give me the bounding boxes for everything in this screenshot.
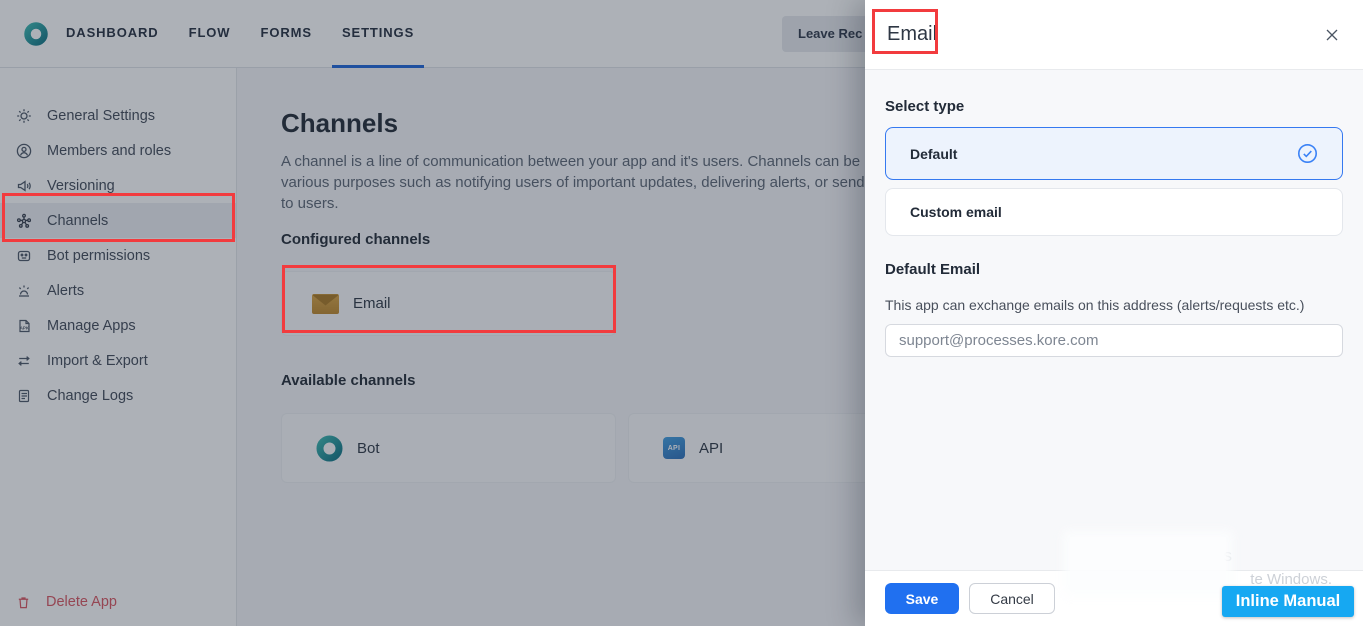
- close-icon[interactable]: [1323, 26, 1341, 44]
- panel-title: Email: [887, 23, 937, 46]
- email-channel-panel: Email Select type Default Custom em: [865, 0, 1363, 626]
- option-custom-email[interactable]: Custom email: [885, 188, 1343, 236]
- blurred-redaction-box: [1070, 537, 1226, 590]
- app-root: DASHBOARD FLOW FORMS SETTINGS Leave Rec …: [0, 0, 1363, 626]
- option-default-label: Default: [910, 146, 957, 162]
- select-type-label: Select type: [885, 98, 1343, 115]
- panel-header: Email: [865, 0, 1363, 70]
- default-email-description: This app can exchange emails on this add…: [885, 297, 1343, 313]
- panel-body: Select type Default Custom email Default…: [865, 70, 1363, 570]
- cancel-button[interactable]: Cancel: [969, 583, 1055, 614]
- default-email-label: Default Email: [885, 261, 1343, 278]
- check-circle-icon: [1297, 143, 1318, 164]
- save-button[interactable]: Save: [885, 583, 959, 614]
- default-email-input[interactable]: [885, 324, 1343, 357]
- option-default[interactable]: Default: [885, 127, 1343, 180]
- option-custom-email-label: Custom email: [910, 204, 1002, 220]
- inline-manual-button[interactable]: Inline Manual: [1222, 586, 1354, 617]
